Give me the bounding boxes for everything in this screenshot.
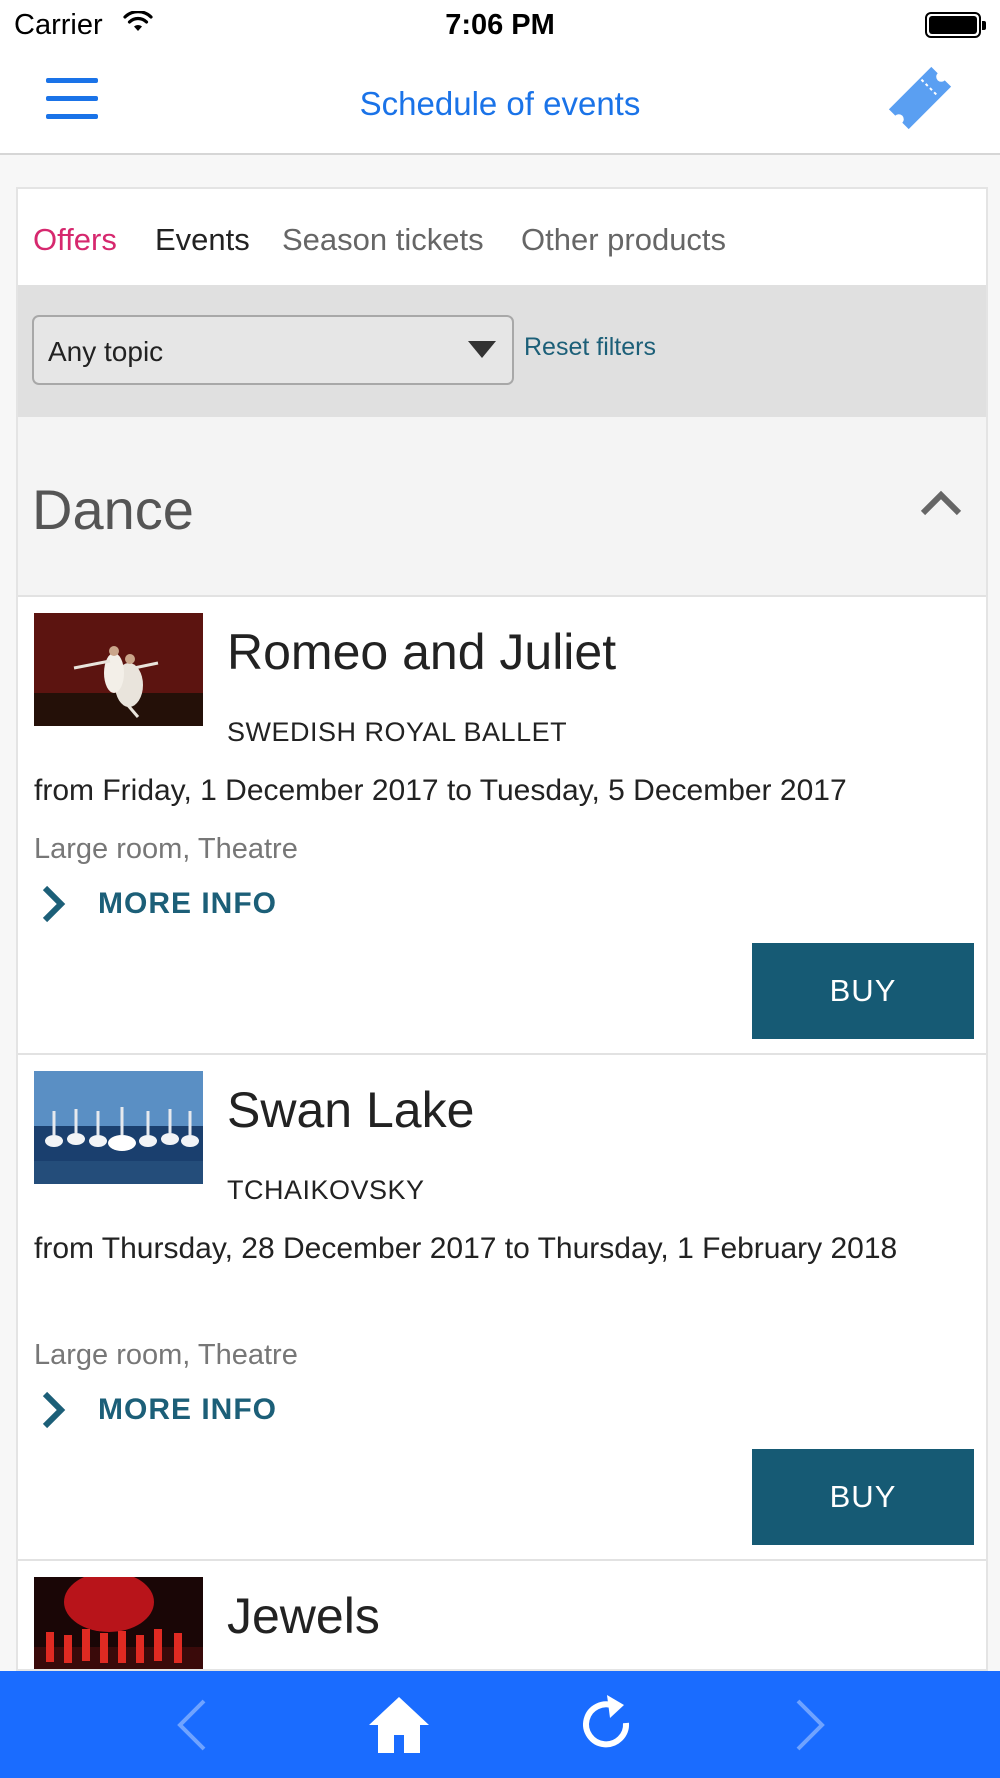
event-title[interactable]: Romeo and Juliet <box>227 623 616 681</box>
ticket-icon[interactable] <box>884 62 956 134</box>
tab-offers[interactable]: Offers <box>33 222 117 258</box>
event-title[interactable]: Swan Lake <box>227 1081 474 1139</box>
event-subtitle: SWEDISH ROYAL BALLET <box>227 717 568 747</box>
forward-arrow-icon[interactable] <box>776 1693 840 1757</box>
dropdown-arrow-icon <box>468 341 496 358</box>
event-dates: from Thursday, 28 December 2017 to Thurs… <box>34 1232 898 1265</box>
page-title: Schedule of events <box>359 85 641 122</box>
navigation-bar: Schedule of events <box>0 50 1000 155</box>
reload-icon[interactable] <box>576 1693 640 1757</box>
chevron-up-icon[interactable] <box>918 483 964 523</box>
event-card: Jewels <box>18 1561 986 1669</box>
clock: 7:06 PM <box>445 9 555 41</box>
topic-select-value: Any topic <box>48 336 164 367</box>
event-venue: Large room, Theatre <box>34 833 298 865</box>
buy-button[interactable]: BUY <box>752 943 974 1039</box>
section-header-dance: Dance <box>18 417 986 597</box>
more-info-link[interactable]: MORE INFO <box>40 881 300 925</box>
buy-button[interactable]: BUY <box>752 1449 974 1545</box>
battery-icon <box>925 12 986 38</box>
app-screen: Carrier 7:06 PM Schedule of events Offer… <box>0 0 1000 1778</box>
more-info-label: MORE INFO <box>98 887 277 920</box>
reset-filters-link[interactable]: Reset filters <box>524 333 656 362</box>
event-subtitle: TCHAIKOVSKY <box>227 1175 425 1205</box>
event-card: Romeo and Juliet SWEDISH ROYAL BALLET fr… <box>18 597 986 1055</box>
event-dates: from Friday, 1 December 2017 to Tuesday,… <box>34 774 847 807</box>
event-thumbnail[interactable] <box>34 1071 203 1184</box>
tab-other-products[interactable]: Other products <box>521 222 726 258</box>
tab-events[interactable]: Events <box>155 222 250 258</box>
more-info-label: MORE INFO <box>98 1393 277 1426</box>
back-arrow-icon[interactable] <box>162 1693 226 1757</box>
section-title: Dance <box>32 478 194 541</box>
chevron-right-icon <box>42 1391 66 1429</box>
status-bar: Carrier 7:06 PM <box>0 0 1000 50</box>
more-info-link[interactable]: MORE INFO <box>40 1387 300 1431</box>
tab-season-tickets[interactable]: Season tickets <box>282 222 484 258</box>
topic-select[interactable]: Any topic <box>32 315 514 385</box>
category-tabs: Offers Events Season tickets Other produ… <box>18 189 986 285</box>
events-panel: Offers Events Season tickets Other produ… <box>16 187 988 1671</box>
chevron-right-icon <box>42 885 66 923</box>
event-venue: Large room, Theatre <box>34 1339 298 1371</box>
event-thumbnail[interactable] <box>34 613 203 726</box>
event-thumbnail[interactable] <box>34 1577 203 1669</box>
event-title[interactable]: Jewels <box>227 1587 380 1645</box>
bottom-toolbar <box>0 1671 1000 1778</box>
event-card: Swan Lake TCHAIKOVSKY from Thursday, 28 … <box>18 1055 986 1561</box>
filter-bar: Any topic Reset filters <box>18 285 986 417</box>
home-icon[interactable] <box>367 1693 431 1757</box>
